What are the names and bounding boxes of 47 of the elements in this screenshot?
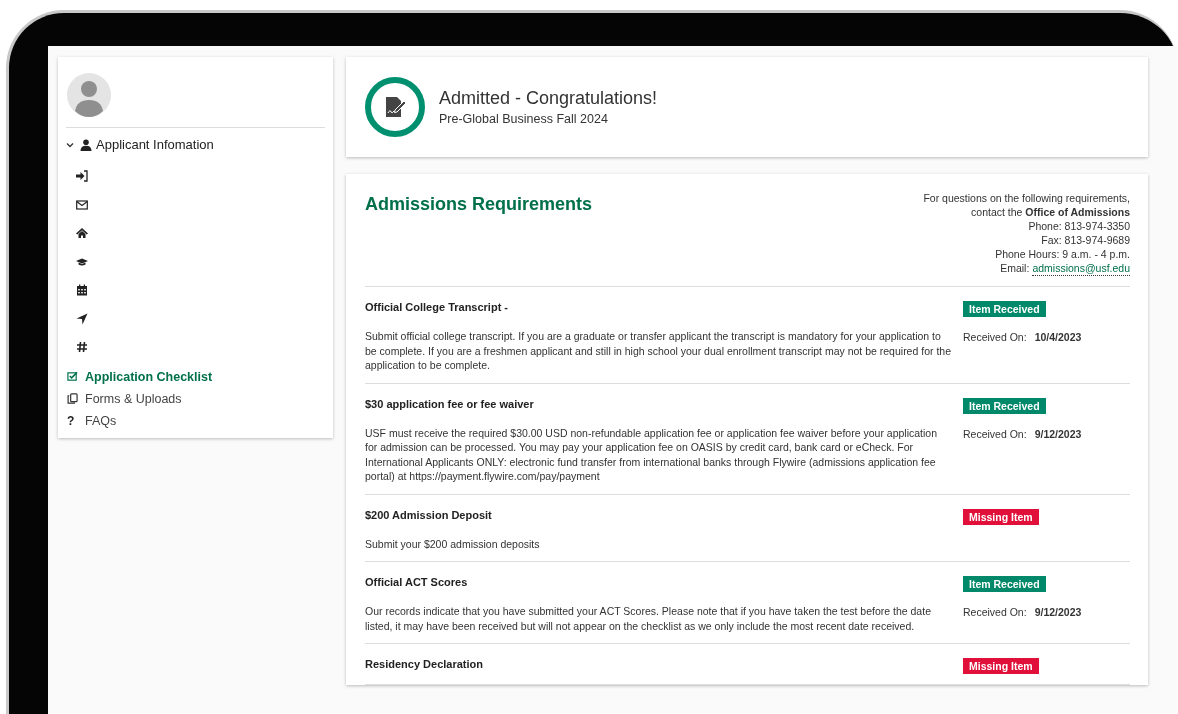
received-label: Received On:	[963, 331, 1027, 343]
status-badge: Item Received	[963, 301, 1046, 317]
section-title: Admissions Requirements	[365, 194, 593, 216]
home-icon[interactable]	[76, 227, 88, 240]
status-title: Admitted - Congratulations!	[439, 88, 658, 109]
calendar-icon[interactable]	[76, 284, 88, 297]
nav-link[interactable]: ? FAQs	[66, 409, 325, 432]
contact-text: contact the Office of Admissions	[970, 205, 1130, 219]
applicant-information-toggle[interactable]: Applicant Infomation	[66, 137, 325, 152]
avatar-silhouette-icon	[67, 73, 111, 117]
received-label: Received On:	[963, 427, 1027, 440]
status-badge: Missing Item	[963, 658, 1039, 674]
status-badge: Item Received	[963, 397, 1046, 414]
contact-text: Phone: 813-974-3350	[1027, 219, 1130, 233]
nav-link[interactable]: Application Checklist	[66, 365, 325, 388]
requirement-description: Submit official college transcript. If you are a graduate or transfer applicant the transcript is mandatory for your application to be complete. If you are a freshmen applicant and still in high school your dual enrollment transcript may not be required for the application to be complete.	[365, 329, 951, 373]
contact-text: Phone Hours: 9 a.m. - 4 p.m.	[994, 247, 1130, 261]
chevron-icon	[66, 140, 74, 149]
requirement-title: Residency Declaration	[365, 658, 484, 670]
contact-text: For questions on the following requirements,	[923, 191, 1130, 205]
email-label: Email:	[1000, 261, 1030, 276]
received-date: 10/4/2023	[1034, 331, 1082, 343]
nav-link[interactable]: Forms & Uploads	[66, 387, 325, 410]
section-label: Applicant Infomation	[96, 137, 214, 152]
status-badge: Missing Item	[963, 508, 1039, 525]
received-date: 9/12/2023	[1034, 427, 1082, 440]
email-link[interactable]: admissions@usf.edu	[1032, 261, 1130, 276]
person-icon	[80, 138, 92, 151]
signed-document-icon	[365, 77, 425, 137]
requirement-description: Our records indicate that you have submitted your ACT Scores. Please note that if you have taken the test before the date listed, it may have been received but will not appear on the checklist as we only include the most recent date received.	[365, 604, 932, 633]
requirement-title: Official ACT Scores	[365, 576, 469, 588]
envelope-icon[interactable]	[76, 198, 88, 211]
requirement-title: Official College Transcript -	[365, 301, 510, 313]
status-badge: Item Received	[963, 576, 1046, 592]
contact-text: Fax: 813-974-9689	[1040, 233, 1130, 247]
requirement-title: $30 application fee or fee waiver	[365, 397, 535, 410]
requirement-description: USF must receive the required $30.00 USD non-refundable application fee or application fee waiver before your application for admission can be processed. You may pay your application fee on OASIS by credit card, bank card or eCheck. For International Applicants ONLY: electronic fund transfer from international banks through Flywire (admissions application fee portal) at https://payment.flywire.com/pay/payment	[365, 425, 938, 484]
checked-box-icon	[67, 371, 78, 382]
requirement-title: $200 Admission Deposit	[365, 508, 493, 521]
location-arrow-icon[interactable]	[76, 312, 88, 325]
received-label: Received On:	[963, 606, 1027, 618]
copy-icon	[67, 393, 78, 404]
received-date: 9/12/2023	[1034, 606, 1082, 618]
program-subtitle: Pre-Global Business Fall 2024	[439, 112, 609, 126]
requirement-description: Submit your $200 admission deposits	[365, 536, 541, 551]
hash-icon[interactable]	[76, 341, 88, 354]
sign-in-icon[interactable]	[76, 170, 88, 183]
